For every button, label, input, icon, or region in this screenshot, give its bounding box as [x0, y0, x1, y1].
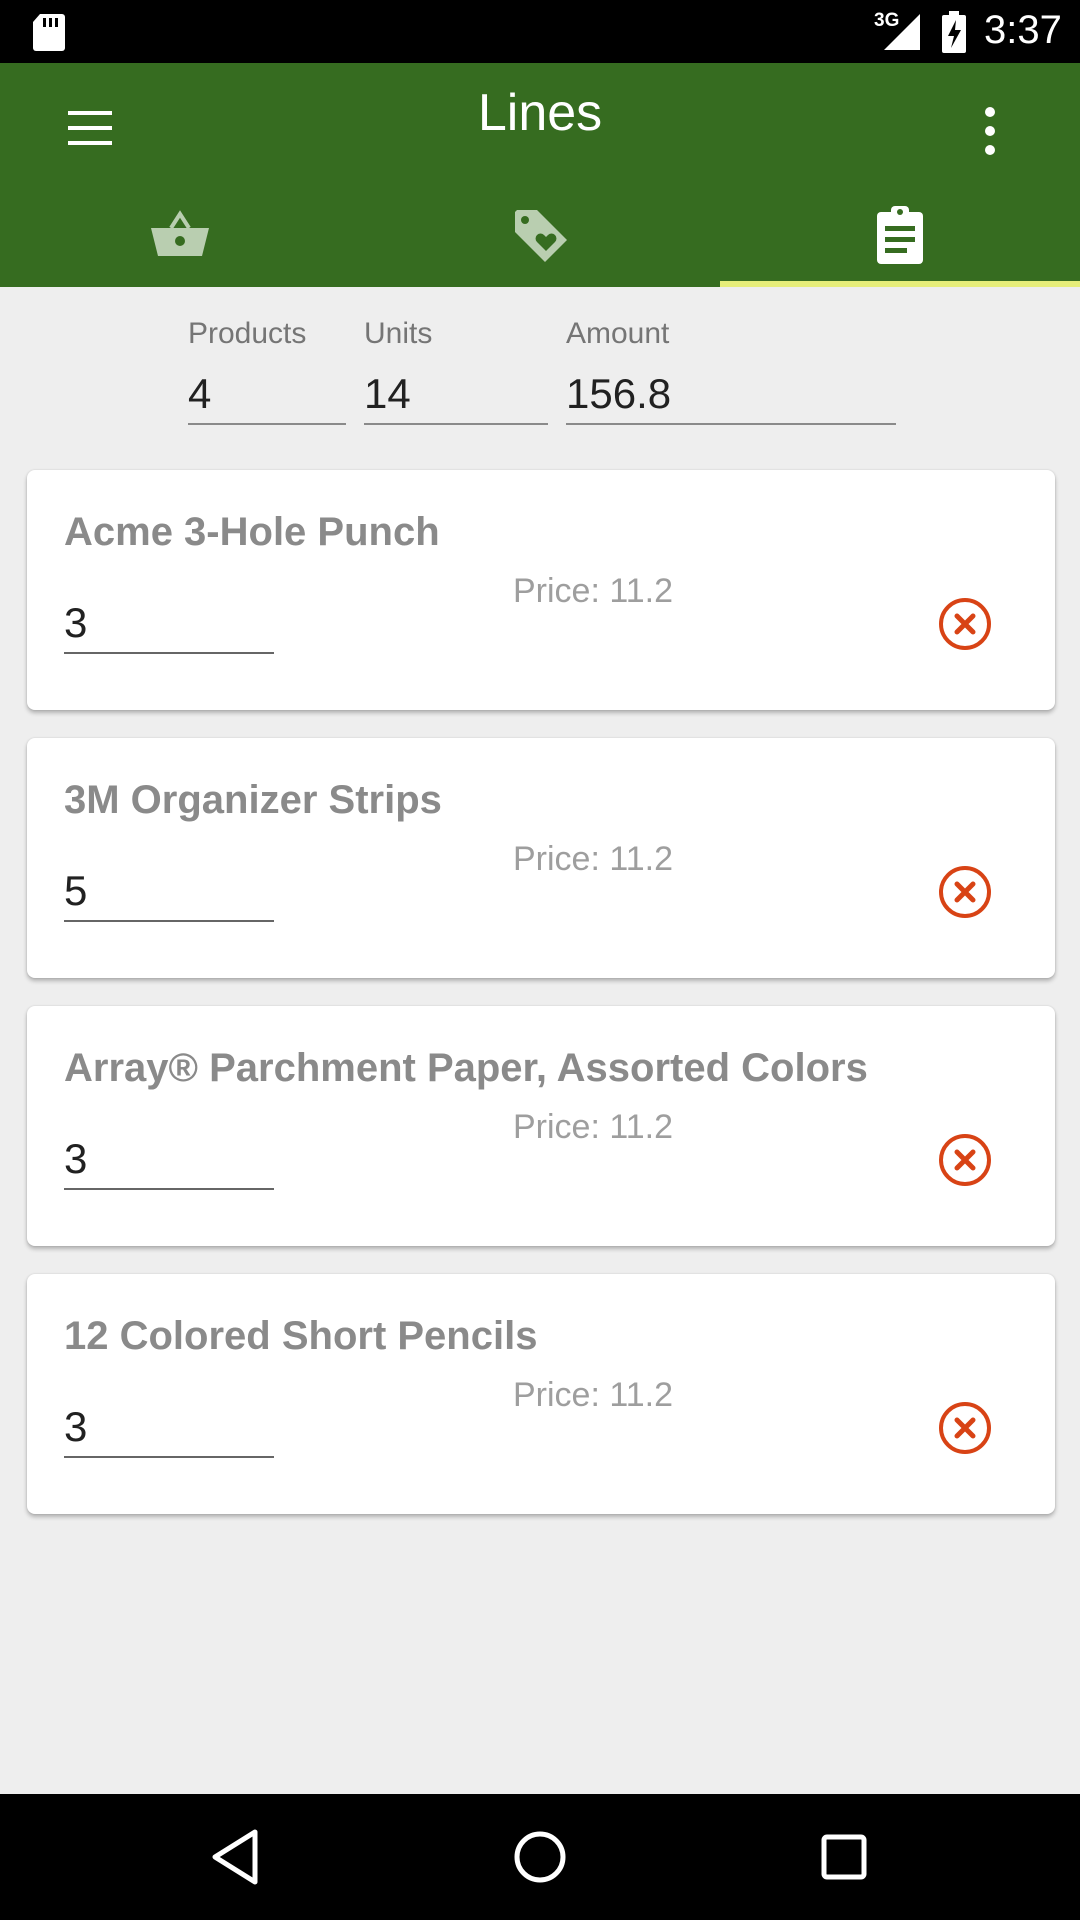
basket-icon — [151, 210, 209, 256]
quantity-input[interactable] — [64, 862, 274, 922]
tab-basket[interactable] — [0, 183, 360, 287]
quantity-input[interactable] — [64, 1398, 274, 1458]
product-price: Price: 11.2 — [513, 572, 674, 610]
products-value[interactable] — [188, 365, 346, 425]
quantity-input[interactable] — [64, 1130, 274, 1190]
line-card: Acme 3-Hole Punch Price: 11.2 — [27, 470, 1055, 710]
sd-card-icon — [33, 14, 65, 51]
recents-icon[interactable] — [811, 1824, 877, 1890]
back-icon[interactable] — [203, 1824, 269, 1890]
remove-circle-icon[interactable] — [935, 862, 995, 922]
product-name: Acme 3-Hole Punch — [64, 510, 440, 554]
product-price: Price: 11.2 — [513, 840, 674, 878]
clipboard-list-icon — [877, 206, 923, 264]
clock: 3:37 — [984, 8, 1062, 52]
line-card: 12 Colored Short Pencils Price: 11.2 — [27, 1274, 1055, 1514]
page-title: Lines — [477, 84, 603, 142]
line-card: 3M Organizer Strips Price: 11.2 — [27, 738, 1055, 978]
product-price: Price: 11.2 — [513, 1376, 674, 1414]
battery-charging-icon — [942, 11, 966, 53]
more-vert-icon[interactable] — [972, 101, 1008, 161]
signal-icon — [884, 14, 920, 50]
home-icon[interactable] — [507, 1824, 573, 1890]
product-name: 3M Organizer Strips — [64, 778, 442, 822]
tag-heart-icon — [515, 210, 567, 262]
app-bar: Lines — [0, 63, 1080, 287]
products-label: Products — [188, 317, 307, 350]
amount-value[interactable] — [566, 365, 896, 425]
product-price: Price: 11.2 — [513, 1108, 674, 1146]
units-value[interactable] — [364, 365, 548, 425]
system-nav-bar — [0, 1794, 1080, 1920]
amount-label: Amount — [566, 317, 670, 350]
line-card: Array® Parchment Paper, Assorted Colors … — [27, 1006, 1055, 1246]
remove-circle-icon[interactable] — [935, 594, 995, 654]
quantity-input[interactable] — [64, 594, 274, 654]
remove-circle-icon[interactable] — [935, 1130, 995, 1190]
units-label: Units — [364, 317, 433, 350]
totals-summary: Products Units Amount — [0, 287, 1080, 437]
tab-lines[interactable] — [720, 183, 1080, 287]
product-name: Array® Parchment Paper, Assorted Colors — [64, 1046, 868, 1090]
remove-circle-icon[interactable] — [935, 1398, 995, 1458]
tab-tag[interactable] — [360, 183, 720, 287]
status-bar: 3G 3:37 — [0, 0, 1080, 63]
product-name: 12 Colored Short Pencils — [64, 1314, 538, 1358]
